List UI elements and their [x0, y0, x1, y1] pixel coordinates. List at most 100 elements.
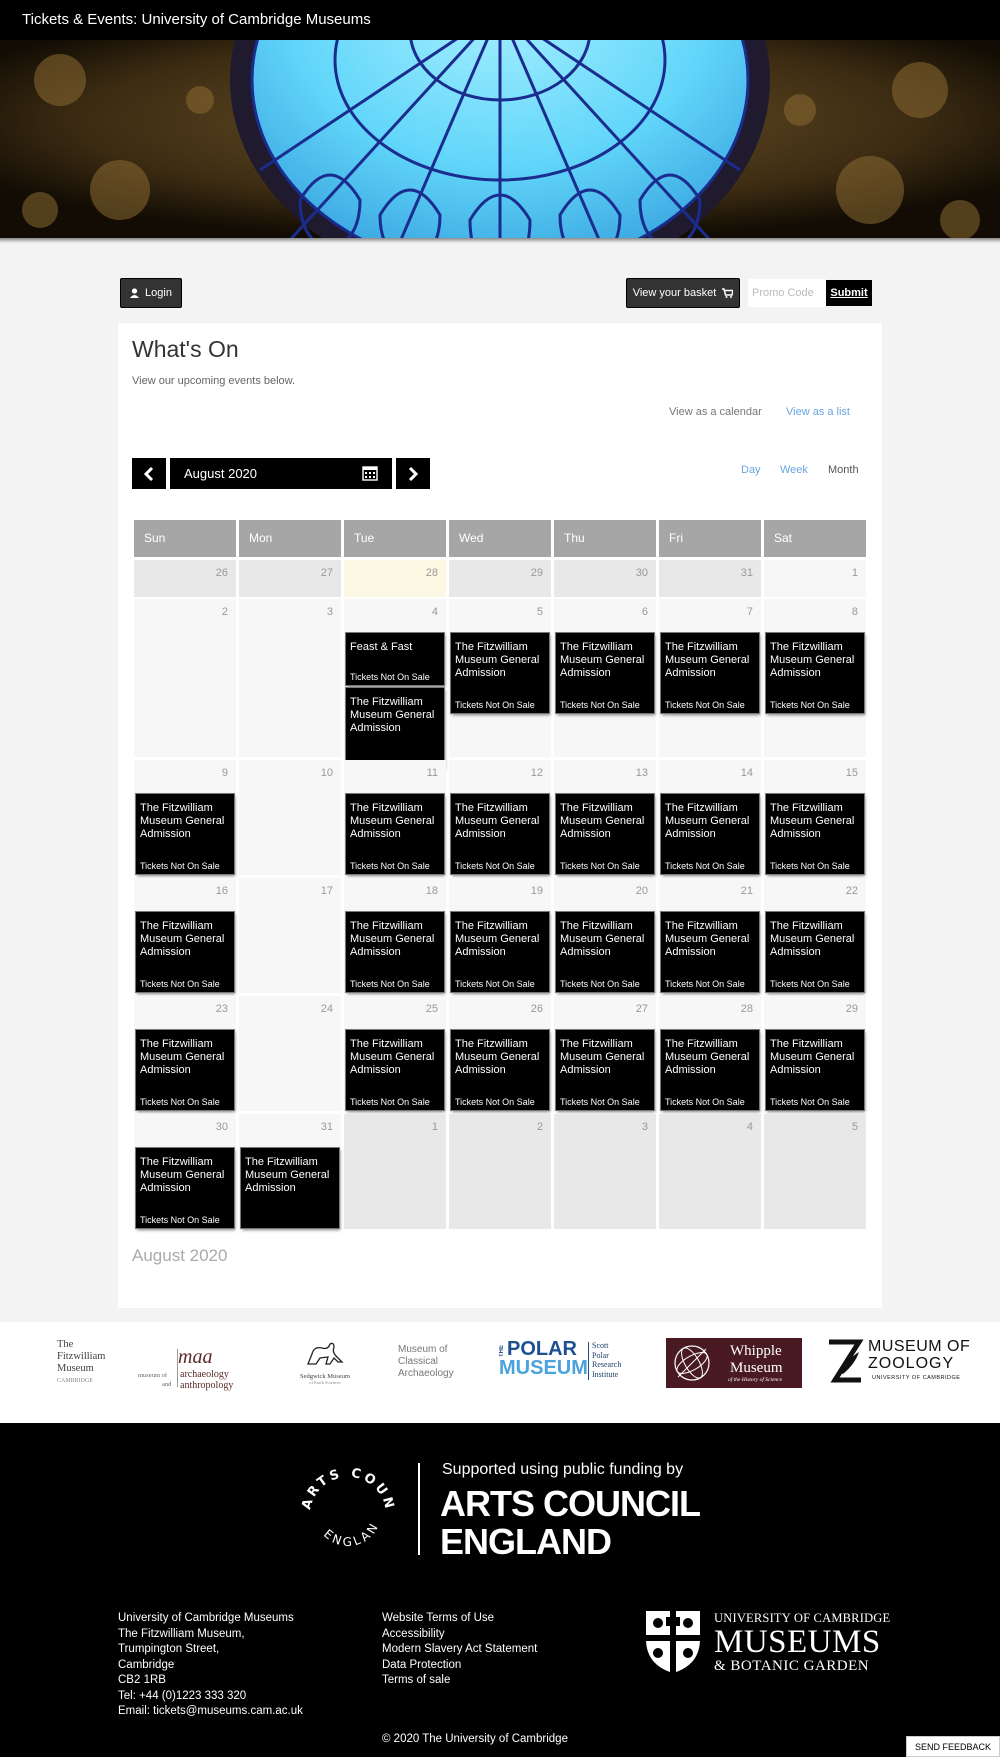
event-card[interactable]: The Fitzwilliam Museum General Admission… — [136, 1030, 234, 1110]
promo-code-input[interactable] — [748, 279, 826, 307]
contact-email[interactable]: Email: tickets@museums.cam.ac.uk — [118, 1704, 303, 1720]
event-card[interactable]: The Fitzwilliam Museum General Admission… — [556, 1030, 654, 1110]
calendar-day-cell[interactable]: 26 — [134, 560, 236, 597]
calendar-day-cell[interactable]: 29 — [449, 560, 551, 597]
calendar-day-cell[interactable]: 23 The Fitzwilliam Museum General Admissi… — [134, 996, 236, 1111]
calendar-day-cell[interactable]: 27 — [239, 560, 341, 597]
event-name: The Fitzwilliam Museum General Admission — [665, 1038, 750, 1076]
museum-of-zoology-logo[interactable]: MUSEUM OF ZOOLOGY UNIVERSITY OF CAMBRIDG… — [825, 1338, 975, 1388]
event-card[interactable]: The Fitzwilliam Museum General Admission — [346, 688, 444, 768]
calendar-day-cell[interactable]: 12 The Fitzwilliam Museum General Admissi… — [449, 760, 551, 875]
event-card[interactable]: The Fitzwilliam Museum General Admission… — [766, 912, 864, 992]
view-as-list-link[interactable]: View as a list — [786, 406, 850, 418]
event-card[interactable]: The Fitzwilliam Museum General Admission… — [556, 794, 654, 874]
event-card[interactable]: Feast & Fast Tickets Not On Sale — [346, 633, 444, 685]
event-card[interactable]: The Fitzwilliam Museum General Admission… — [661, 633, 759, 713]
calendar-day-cell[interactable]: 13 The Fitzwilliam Museum General Admissi… — [554, 760, 656, 875]
maa-divider — [177, 1349, 178, 1387]
calendar-day-cell[interactable]: 30 — [554, 560, 656, 597]
event-card[interactable]: The Fitzwilliam Museum General Admission… — [346, 794, 444, 874]
calendar-day-cell[interactable]: 1 — [764, 560, 866, 597]
calendar-day-cell[interactable]: 16 The Fitzwilliam Museum General Admissi… — [134, 878, 236, 993]
event-status: Tickets Not On Sale — [770, 700, 850, 710]
footer-link-terms-of-sale[interactable]: Terms of sale — [382, 1673, 537, 1689]
calendar-day-cell[interactable]: 21 The Fitzwilliam Museum General Admissi… — [659, 878, 761, 993]
event-card[interactable]: The Fitzwilliam Museum General Admission… — [766, 1030, 864, 1110]
sedgwick-museum-logo[interactable]: Sedgwick Museum of Earth Sciences — [296, 1340, 354, 1385]
send-feedback-button[interactable]: SEND FEEDBACK — [906, 1736, 1000, 1757]
event-card[interactable]: The Fitzwilliam Museum General Admission… — [661, 794, 759, 874]
calendar-day-cell[interactable]: 6 The Fitzwilliam Museum General Admissio… — [554, 599, 656, 757]
view-basket-button[interactable]: View your basket — [626, 278, 740, 308]
event-card[interactable]: The Fitzwilliam Museum General Admission… — [766, 794, 864, 874]
fitzwilliam-museum-logo[interactable]: The Fitzwilliam Museum CAMBRIDGE — [57, 1339, 105, 1387]
site-title[interactable]: Tickets & Events: University of Cambridg… — [22, 11, 371, 28]
event-card[interactable]: The Fitzwilliam Museum General Admission… — [346, 912, 444, 992]
classical-archaeology-logo[interactable]: Museum of Classical Archaeology — [398, 1344, 454, 1380]
footer-link-terms-of-use[interactable]: Website Terms of Use — [382, 1611, 537, 1627]
calendar-day-cell[interactable]: 20 The Fitzwilliam Museum General Admissi… — [554, 878, 656, 993]
event-card[interactable]: The Fitzwilliam Museum General Admission… — [556, 912, 654, 992]
event-card[interactable]: The Fitzwilliam Museum General Admission… — [556, 633, 654, 713]
calendar-day-cell[interactable]: 25 The Fitzwilliam Museum General Admissi… — [344, 996, 446, 1111]
calendar-day-cell[interactable]: 11 The Fitzwilliam Museum General Admissi… — [344, 760, 446, 875]
calendar-day-cell[interactable]: 1 — [344, 1114, 446, 1229]
footer-link-modern-slavery[interactable]: Modern Slavery Act Statement — [382, 1642, 537, 1658]
university-museums-wordmark[interactable]: UNIVERSITY OF CAMBRIDGE MUSEUMS & BOTANI… — [714, 1611, 890, 1675]
calendar-day-cell[interactable]: 31 The Fitzwilliam Museum General Admissi… — [239, 1114, 341, 1229]
calendar-day-cell[interactable]: 3 — [239, 599, 341, 757]
event-card[interactable]: The Fitzwilliam Museum General Admission… — [451, 912, 549, 992]
event-card[interactable]: The Fitzwilliam Museum General Admission — [241, 1148, 339, 1228]
calendar-day-cell[interactable]: 10 — [239, 760, 341, 875]
calendar-day-cell[interactable]: 5 The Fitzwilliam Museum General Admissio… — [449, 599, 551, 757]
event-status: Tickets Not On Sale — [665, 861, 745, 871]
whipple-museum-logo[interactable]: Whipple Museum of the History of Science — [666, 1338, 802, 1388]
event-status: Tickets Not On Sale — [455, 1097, 535, 1107]
event-card[interactable]: The Fitzwilliam Museum General Admission… — [346, 1030, 444, 1110]
event-card[interactable]: The Fitzwilliam Museum General Admission… — [136, 794, 234, 874]
polar-museum-logo[interactable]: THE POLAR MUSEUM Scott Polar Research In… — [499, 1339, 639, 1382]
promo-submit-button[interactable]: Submit — [826, 280, 872, 306]
calendar-day-cell[interactable]: 14 The Fitzwilliam Museum General Admissi… — [659, 760, 761, 875]
calendar-day-cell[interactable]: 31 — [659, 560, 761, 597]
calendar-day-cell[interactable]: 2 — [134, 599, 236, 757]
event-card[interactable]: The Fitzwilliam Museum General Admission… — [136, 912, 234, 992]
calendar-day-cell[interactable]: 8 The Fitzwilliam Museum General Admissio… — [764, 599, 866, 757]
login-button[interactable]: Login — [120, 278, 182, 308]
event-card[interactable]: The Fitzwilliam Museum General Admission… — [136, 1148, 234, 1228]
event-card[interactable]: The Fitzwilliam Museum General Admission… — [451, 1030, 549, 1110]
view-mode-day[interactable]: Day — [741, 464, 761, 476]
calendar-day-cell[interactable]: 4 — [659, 1114, 761, 1229]
calendar-day-cell[interactable]: 28 The Fitzwilliam Museum General Admissi… — [659, 996, 761, 1111]
calendar-day-cell[interactable]: 2 — [449, 1114, 551, 1229]
calendar-day-cell[interactable]: 17 — [239, 878, 341, 993]
calendar-day-cell[interactable]: 3 — [554, 1114, 656, 1229]
calendar-day-cell[interactable]: 22 The Fitzwilliam Museum General Admissi… — [764, 878, 866, 993]
calendar-day-cell[interactable]: 15 The Fitzwilliam Museum General Admissi… — [764, 760, 866, 875]
calendar-day-cell[interactable]: 28 — [344, 560, 446, 597]
calendar-day-cell[interactable]: 7 The Fitzwilliam Museum General Admissio… — [659, 599, 761, 757]
view-mode-week[interactable]: Week — [780, 464, 808, 476]
calendar-day-cell[interactable]: 19 The Fitzwilliam Museum General Admissi… — [449, 878, 551, 993]
event-card[interactable]: The Fitzwilliam Museum General Admission… — [451, 633, 549, 713]
view-as-calendar-link[interactable]: View as a calendar — [669, 406, 762, 418]
calendar-day-cell[interactable]: 5 — [764, 1114, 866, 1229]
footer-link-data-protection[interactable]: Data Protection — [382, 1658, 537, 1674]
calendar-day-cell[interactable]: 4 Feast & Fast Tickets Not On Sale The Fitz… — [344, 599, 446, 768]
calendar-day-cell[interactable]: 26 The Fitzwilliam Museum General Admissi… — [449, 996, 551, 1111]
calendar-day-cell[interactable]: 24 — [239, 996, 341, 1111]
event-card[interactable]: The Fitzwilliam Museum General Admission… — [766, 633, 864, 713]
calendar-day-cell[interactable]: 29 The Fitzwilliam Museum General Admissi… — [764, 996, 866, 1111]
event-card[interactable]: The Fitzwilliam Museum General Admission… — [661, 1030, 759, 1110]
previous-month-button[interactable] — [132, 458, 166, 489]
calendar-day-cell[interactable]: 30 The Fitzwilliam Museum General Admissi… — [134, 1114, 236, 1229]
event-card[interactable]: The Fitzwilliam Museum General Admission… — [451, 794, 549, 874]
month-picker[interactable]: August 2020 — [170, 458, 392, 489]
next-month-button[interactable] — [396, 458, 430, 489]
view-mode-month[interactable]: Month — [828, 464, 859, 476]
calendar-day-cell[interactable]: 9 The Fitzwilliam Museum General Admissio… — [134, 760, 236, 875]
calendar-day-cell[interactable]: 18 The Fitzwilliam Museum General Admissi… — [344, 878, 446, 993]
event-card[interactable]: The Fitzwilliam Museum General Admission… — [661, 912, 759, 992]
calendar-day-cell[interactable]: 27 The Fitzwilliam Museum General Admissi… — [554, 996, 656, 1111]
footer-link-accessibility[interactable]: Accessibility — [382, 1627, 537, 1643]
